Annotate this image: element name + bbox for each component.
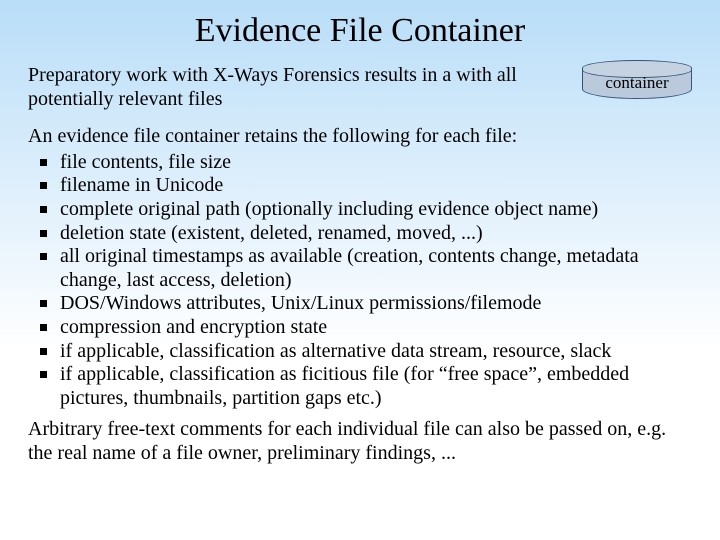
- intro-text: Preparatory work with X-Ways Forensics r…: [28, 64, 564, 111]
- list-item: if applicable, classification as ficitio…: [34, 363, 692, 410]
- slide-title: Evidence File Container: [28, 12, 692, 50]
- footer-text: Arbitrary free-text comments for each in…: [28, 418, 692, 465]
- list-lead: An evidence file container retains the f…: [28, 125, 692, 149]
- list-item: file contents, file size: [34, 151, 692, 175]
- list-item: if applicable, classification as alterna…: [34, 340, 692, 364]
- properties-list: file contents, file size filename in Uni…: [28, 151, 692, 411]
- cylinder-label: container: [582, 73, 692, 93]
- list-item: DOS/Windows attributes, Unix/Linux permi…: [34, 292, 692, 316]
- list-item: complete original path (optionally inclu…: [34, 198, 692, 222]
- container-cylinder-icon: container: [582, 60, 692, 104]
- list-item: filename in Unicode: [34, 174, 692, 198]
- list-item: all original timestamps as available (cr…: [34, 245, 692, 292]
- list-item: deletion state (existent, deleted, renam…: [34, 222, 692, 246]
- list-item: compression and encryption state: [34, 316, 692, 340]
- intro-row: Preparatory work with X-Ways Forensics r…: [28, 64, 692, 111]
- slide: Evidence File Container Preparatory work…: [0, 0, 720, 540]
